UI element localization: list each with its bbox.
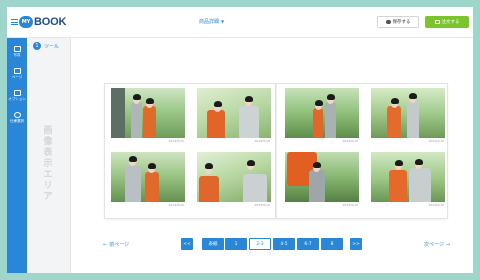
tab-number-badge: 1 — [33, 42, 41, 50]
product-details-dropdown[interactable]: 商品詳細 ▼ — [199, 18, 224, 25]
hamburger-menu-icon[interactable] — [11, 19, 18, 26]
product-details-label: 商品詳細 — [199, 19, 220, 25]
tab-tool[interactable]: 1 ツール — [33, 42, 59, 50]
previous-page-label: 前ページ — [109, 242, 130, 248]
photo-date: 2019/5/10 — [428, 203, 444, 207]
page-button-8[interactable]: 8 — [321, 238, 343, 250]
photo-date: 2019/5/10 — [254, 139, 270, 143]
left-rail: 写真 ページ オプション 仕様選択 — [7, 38, 27, 273]
photo-date: 2019/5/10 — [342, 203, 358, 207]
logo: MY BOOK — [19, 14, 66, 30]
next-page-link[interactable]: 次ページ → — [424, 241, 451, 249]
arrow-right-icon: → — [445, 241, 451, 248]
logo-text: BOOK — [34, 16, 67, 28]
wedding-photo — [111, 152, 185, 202]
rail-item-label: 写真 — [13, 53, 21, 57]
wedding-photo — [285, 152, 359, 202]
previous-page-link[interactable]: ← 前ページ — [103, 241, 130, 249]
save-button[interactable]: 保存する — [377, 16, 419, 28]
next-page-label: 次ページ — [424, 242, 444, 248]
wedding-photo — [111, 88, 185, 138]
photo-date: 2019/5/10 — [428, 139, 444, 143]
rail-item-photo[interactable]: 写真 — [7, 46, 27, 57]
photo-date: 2019/5/10 — [254, 203, 270, 207]
app-window: MY BOOK 商品詳細 ▼ 保存する 注文する 写真 ページ オプション 仕様… — [7, 7, 473, 273]
header: MY BOOK 商品詳細 ▼ 保存する 注文する — [7, 7, 473, 38]
photo-book-spread[interactable]: 2019/5/10 2019/5/10 2019/5/10 2019/5/10 … — [105, 84, 447, 218]
order-button[interactable]: 注文する — [425, 16, 469, 28]
caret-down-icon: ▼ — [221, 19, 225, 24]
tab-tool-label: ツール — [44, 43, 60, 50]
page-button-2-3[interactable]: 2-3 — [249, 238, 271, 250]
wedding-photo — [197, 88, 271, 138]
wedding-photo — [197, 152, 271, 202]
last-page-button[interactable]: >> — [350, 238, 362, 250]
rail-item-option[interactable]: オプション — [7, 90, 27, 101]
rail-item-label: 仕様選択 — [10, 119, 24, 123]
book-icon — [13, 90, 21, 96]
page-button-1[interactable]: 1 — [225, 238, 247, 250]
rail-item-label: ページ — [11, 75, 23, 79]
image-display-area-label: 画像表示エリア — [43, 126, 53, 202]
order-button-label: 注文する — [441, 20, 460, 25]
rail-item-label: オプション — [8, 97, 26, 101]
page-button-6-7[interactable]: 6-7 — [297, 238, 319, 250]
photo-date: 2019/5/10 — [342, 139, 358, 143]
wedding-photo — [285, 88, 359, 138]
cloud-icon — [385, 20, 391, 24]
save-button-label: 保存する — [392, 20, 411, 25]
book-spine — [275, 84, 277, 218]
wedding-photo — [371, 152, 445, 202]
tool-panel: 1 ツール 画像表示エリア — [27, 38, 71, 273]
photo-date: 2019/5/10 — [168, 139, 184, 143]
rail-item-page[interactable]: ページ — [7, 68, 27, 79]
photo-icon — [13, 46, 21, 52]
logo-badge: MY — [19, 16, 33, 28]
first-page-button[interactable]: << — [181, 238, 193, 250]
photo-date: 2019/5/10 — [168, 203, 184, 207]
page-button-4-5[interactable]: 4-5 — [273, 238, 295, 250]
palette-icon — [13, 112, 21, 118]
rail-item-spec[interactable]: 仕様選択 — [7, 112, 27, 123]
page-icon — [13, 68, 21, 74]
editor-canvas: 2019/5/10 2019/5/10 2019/5/10 2019/5/10 … — [71, 38, 473, 273]
page-button-cover[interactable]: 表紙 — [202, 238, 224, 250]
wedding-photo — [371, 88, 445, 138]
arrow-left-icon: ← — [103, 241, 108, 248]
cart-icon — [434, 20, 440, 24]
